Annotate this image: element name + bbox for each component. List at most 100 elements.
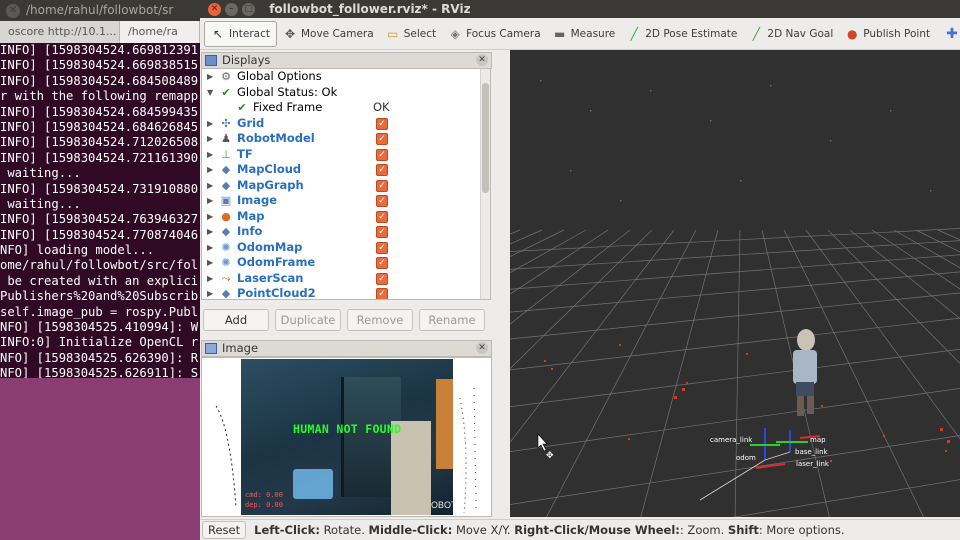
select-tool-button[interactable]: ▭ Select xyxy=(380,21,442,47)
odom-map-checkbox[interactable]: ✓ xyxy=(376,241,388,254)
rviz-titlebar[interactable]: ✕ – □ followbot_follower.rviz* - RViz xyxy=(200,0,960,18)
measure-tool-button[interactable]: ▬ Measure xyxy=(547,21,622,47)
terminal-close-icon[interactable]: ✕ xyxy=(6,3,20,18)
add-tool-icon[interactable]: ✚ xyxy=(946,26,958,42)
map-cloud-checkbox[interactable]: ✓ xyxy=(376,164,388,176)
displays-tree[interactable]: ▶ ⚙ Global Options ▼ ✔ Global Status: Ok ✔ Fixe… xyxy=(201,68,491,300)
rename-display-button[interactable]: Rename xyxy=(419,309,485,331)
odom-map-icon: ✺ xyxy=(221,240,231,254)
display-item-global-status[interactable]: ▼ ✔ Global Status: Ok xyxy=(202,85,490,101)
expand-right-icon[interactable]: ▶ xyxy=(207,286,213,299)
image-panel-close-icon[interactable]: ✕ xyxy=(476,342,488,354)
point-cloud-noise xyxy=(540,80,932,202)
3d-view[interactable]: camera_link base_link odom laser_link ma… xyxy=(510,50,960,517)
reset-button[interactable]: Reset xyxy=(202,521,247,539)
window-title: followbot_follower.rviz* - RViz xyxy=(269,2,471,16)
dep-readout: dep: 0.00 xyxy=(245,501,283,509)
camera-light xyxy=(293,469,333,499)
expand-right-icon[interactable]: ▶ xyxy=(207,193,213,209)
map-checkbox[interactable]: ✓ xyxy=(376,210,388,223)
info-checkbox[interactable]: ✓ xyxy=(376,226,388,238)
robot-model-checkbox[interactable]: ✓ xyxy=(376,133,388,145)
focus-camera-tool-button[interactable]: ◈ Focus Camera xyxy=(442,21,547,47)
display-item-tf[interactable]: ▶ ⊥ TF ✓ xyxy=(202,147,490,163)
laser-scan-checkbox[interactable]: ✓ xyxy=(376,272,388,285)
terminal-line: NFO] [1598304525.626390]: R xyxy=(0,350,199,365)
terminal-tab-1[interactable]: /home/ra xyxy=(120,21,200,43)
terminal-line: r with the following remapp xyxy=(0,89,199,104)
window-maximize-icon[interactable]: □ xyxy=(242,3,255,16)
odom-frame-checkbox[interactable]: ✓ xyxy=(376,257,388,269)
expand-right-icon[interactable]: ▶ xyxy=(207,178,213,194)
image-panel[interactable]: HUMAN NOT FOUND cmd: 0.00 dep: 0.00 OBOT xyxy=(201,357,492,517)
display-item-odom-map[interactable]: ▶ ✺ OdomMap ✓ xyxy=(202,240,490,256)
tf-label-laser-link: laser_link xyxy=(796,460,830,468)
grid-label: Grid xyxy=(237,115,265,130)
terminal-tab-0[interactable]: oscore http://10.1... xyxy=(0,21,120,43)
display-item-image[interactable]: ▶ ▣ Image ✓ xyxy=(202,193,490,209)
display-item-map[interactable]: ▶ ● Map ✓ xyxy=(202,209,490,225)
tf-checkbox[interactable]: ✓ xyxy=(376,148,388,161)
displays-scrollbar[interactable] xyxy=(480,69,490,299)
help-key-left-click: Left-Click: xyxy=(254,523,320,537)
display-item-laser-scan[interactable]: ▶ ⤳ LaserScan ✓ xyxy=(202,271,490,287)
map-graph-checkbox[interactable]: ✓ xyxy=(376,179,388,192)
expand-right-icon[interactable]: ▶ xyxy=(207,271,213,287)
add-display-button[interactable]: Add xyxy=(203,309,269,331)
mouse-help-text: Left-Click: Rotate. Middle-Click: Move X… xyxy=(254,523,844,537)
3d-scene[interactable]: camera_link base_link odom laser_link ma… xyxy=(510,50,960,517)
terminal-line: INFO] [1598304524.712026508 xyxy=(0,135,199,150)
move-camera-tool-button[interactable]: ✥ Move Camera xyxy=(277,21,380,47)
display-item-grid[interactable]: ▶ ✣ Grid ✓ xyxy=(202,116,490,132)
duplicate-display-button[interactable]: Duplicate xyxy=(275,309,341,331)
display-item-fixed-frame[interactable]: ✔ Fixed Frame OK xyxy=(202,100,490,116)
displays-panel-header[interactable]: Displays ✕ xyxy=(201,52,492,69)
measure-label: Measure xyxy=(570,27,616,40)
image-checkbox[interactable]: ✓ xyxy=(376,195,388,207)
expand-right-icon[interactable]: ▶ xyxy=(207,240,213,256)
map-label: Map xyxy=(237,208,265,223)
terminal-window[interactable]: ✕ /home/rahul/followbot/sr oscore http://… xyxy=(0,0,200,540)
global-status-label: Global Status: Ok xyxy=(237,84,338,99)
expand-right-icon[interactable]: ▶ xyxy=(207,116,213,132)
display-item-odom-frame[interactable]: ▶ ✺ OdomFrame ✓ xyxy=(202,255,490,271)
display-item-global-options[interactable]: ▶ ⚙ Global Options xyxy=(202,69,490,85)
publish-point-label: Publish Point xyxy=(863,27,931,40)
displays-scrollbar-thumb[interactable] xyxy=(482,83,489,193)
terminal-line: INFO] [1598304524.684599435 xyxy=(0,104,199,119)
publish-point-tool-button[interactable]: ● Publish Point xyxy=(839,21,936,47)
display-item-map-graph[interactable]: ▶ ◆ MapGraph ✓ xyxy=(202,178,490,194)
display-item-info[interactable]: ▶ ◆ Info ✓ xyxy=(202,224,490,240)
expand-right-icon[interactable]: ▶ xyxy=(207,69,213,85)
window-close-icon[interactable]: ✕ xyxy=(208,3,221,16)
remove-display-button[interactable]: Remove xyxy=(347,309,413,331)
image-panel-header[interactable]: Image ✕ xyxy=(201,340,492,357)
display-item-point-cloud2[interactable]: ▶ ◆ PointCloud2 ✓ xyxy=(202,286,490,299)
displays-close-icon[interactable]: ✕ xyxy=(476,54,488,66)
ground-grid xyxy=(510,228,960,517)
expand-right-icon[interactable]: ▶ xyxy=(207,224,213,240)
tf-label-base-link: base_link xyxy=(795,448,829,456)
laser-points xyxy=(544,344,950,462)
expand-right-icon[interactable]: ▶ xyxy=(207,209,213,225)
terminal-titlebar[interactable]: ✕ /home/rahul/followbot/sr xyxy=(0,0,200,21)
toolbar: ↖ Interact ✥ Move Camera ▭ Select ◈ Focus Camer… xyxy=(200,18,960,50)
expand-right-icon[interactable]: ▶ xyxy=(207,131,213,147)
display-item-robot-model[interactable]: ▶ ♟ RobotModel ✓ xyxy=(202,131,490,147)
info-label: Info xyxy=(237,224,263,238)
grid-checkbox[interactable]: ✓ xyxy=(376,117,388,130)
2d-pose-estimate-tool-button[interactable]: ╱ 2D Pose Estimate xyxy=(621,21,743,47)
expand-right-icon[interactable]: ▶ xyxy=(207,147,213,163)
interact-tool-button[interactable]: ↖ Interact xyxy=(204,20,277,47)
2d-nav-goal-tool-button[interactable]: ╱ 2D Nav Goal xyxy=(743,21,839,47)
expand-right-icon[interactable]: ▶ xyxy=(207,162,213,178)
global-options-icon: ⚙ xyxy=(221,70,231,83)
displays-tree-rows: ▶ ⚙ Global Options ▼ ✔ Global Status: Ok ✔ Fixe… xyxy=(202,69,490,299)
expand-down-icon[interactable]: ▼ xyxy=(207,85,213,101)
display-item-map-cloud[interactable]: ▶ ◆ MapCloud ✓ xyxy=(202,162,490,178)
2d-pose-estimate-icon: ╱ xyxy=(630,26,638,41)
window-minimize-icon[interactable]: – xyxy=(225,3,238,16)
expand-right-icon[interactable]: ▶ xyxy=(207,255,213,271)
terminal-output[interactable]: INFO] [1598304524.669812391] INFO] [15983… xyxy=(0,43,200,378)
point-cloud2-checkbox[interactable]: ✓ xyxy=(376,288,388,299)
